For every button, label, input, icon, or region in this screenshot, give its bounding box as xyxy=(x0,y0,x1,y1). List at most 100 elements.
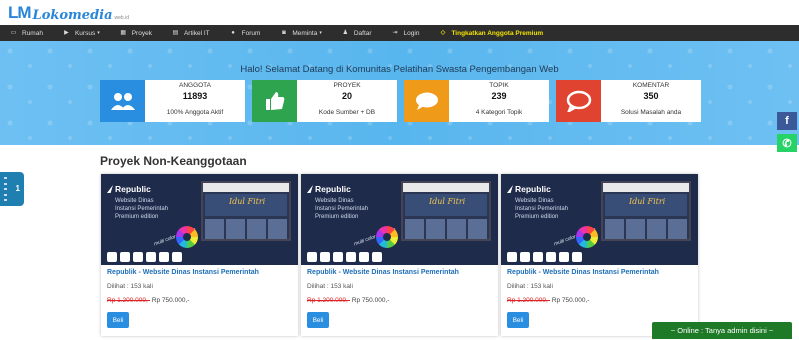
current-price: Rp 750.000,- xyxy=(351,297,390,304)
nav-item-meminta[interactable]: ◙ Meminta ▾ xyxy=(280,29,322,37)
whatsapp-share-button[interactable]: ✆ xyxy=(777,134,797,152)
site-logo[interactable]: LM Lokomedia web.id xyxy=(8,3,129,23)
desktop-icon: ▭ xyxy=(10,30,17,36)
color-wheel-icon xyxy=(376,226,398,248)
caret-down-icon: ▾ xyxy=(97,30,100,36)
thumb-line: Instansi Pemerintah xyxy=(115,206,169,212)
header: LM Lokomedia web.id xyxy=(0,0,799,25)
thumb-brand: Republic xyxy=(315,184,351,194)
nav-item-label: Kursus xyxy=(74,29,96,37)
project-card: Republic Website Dinas Instansi Pemerint… xyxy=(501,174,698,336)
nav-item-label: Proyek xyxy=(131,29,152,37)
thumb-line: Premium edition xyxy=(315,214,359,220)
color-wheel-icon xyxy=(176,226,198,248)
stat-description: 4 Kategori Topik xyxy=(475,109,523,116)
project-views: Dilihat : 153 kali xyxy=(107,283,153,290)
project-views: Dilihat : 153 kali xyxy=(307,283,353,290)
thumb-brand: Republic xyxy=(515,184,551,194)
thumb-feature-icons xyxy=(507,252,582,262)
thumb-line: Website Dinas xyxy=(515,198,554,204)
buy-button[interactable]: Beli xyxy=(307,312,329,328)
republic-logo-icon xyxy=(307,185,313,193)
thumb-line: Premium edition xyxy=(115,214,159,220)
users-icon: ● xyxy=(231,30,235,36)
old-price: Rp 1.200.000,- xyxy=(307,297,351,304)
camera-icon: ◙ xyxy=(282,30,286,36)
nav-item-label: Meminta xyxy=(292,29,318,37)
nav-item-label: Tingkatkan Anggota Premium xyxy=(451,29,544,37)
nav-item-label: Rumah xyxy=(22,29,43,37)
user-icon: ♟ xyxy=(342,30,349,36)
nav-item-forum[interactable]: ● Forum xyxy=(230,30,260,37)
logo-name: Lokomedia xyxy=(32,8,113,23)
play-icon: ▶ xyxy=(64,30,69,36)
project-views: Dilihat : 153 kali xyxy=(507,283,553,290)
project-thumbnail[interactable]: Republic Website Dinas Instansi Pemerint… xyxy=(501,174,698,265)
buy-button[interactable]: Beli xyxy=(107,312,129,328)
project-title[interactable]: Republik - Website Dinas Instansi Pemeri… xyxy=(107,269,259,276)
project-title[interactable]: Republik - Website Dinas Instansi Pemeri… xyxy=(507,269,659,276)
stat-value: 239 xyxy=(491,91,507,101)
side-tab-label: 1 xyxy=(15,184,20,193)
thumb-screen-preview: Idul Fitri xyxy=(401,181,491,241)
nav-item-kursus[interactable]: ▶ Kursus ▾ xyxy=(63,30,100,37)
logo-mark: LM xyxy=(8,3,32,22)
diamond-icon: ◇ xyxy=(440,30,446,36)
thumb-line: Website Dinas xyxy=(315,198,354,204)
thumb-feature-icons xyxy=(107,252,182,262)
logo-domain: web.id xyxy=(114,15,129,21)
nav-item-artikel-it[interactable]: ▤ Artikel IT xyxy=(172,30,210,37)
stat-description: Solusi Masalah anda xyxy=(620,109,682,116)
thumb-brand: Republic xyxy=(115,184,151,194)
project-title[interactable]: Republik - Website Dinas Instansi Pemeri… xyxy=(307,269,459,276)
caret-down-icon: ▾ xyxy=(319,30,322,36)
republic-logo-icon xyxy=(507,185,513,193)
project-thumbnail[interactable]: Republic Website Dinas Instansi Pemerint… xyxy=(301,174,498,265)
nav-item-label: Artikel IT xyxy=(183,29,210,37)
document-icon: ▤ xyxy=(172,30,179,36)
current-price: Rp 750.000,- xyxy=(551,297,590,304)
stat-label: ANGGOTA xyxy=(178,82,212,89)
chat-icon xyxy=(404,80,449,122)
whatsapp-icon: ✆ xyxy=(782,137,792,150)
color-wheel-icon xyxy=(576,226,598,248)
thumb-banner-text: Idul Fitri xyxy=(229,197,266,206)
thumb-banner-text: Idul Fitri xyxy=(429,197,466,206)
section-title: Proyek Non-Keanggotaan xyxy=(100,154,247,168)
nav-item-login[interactable]: ⇥ Login xyxy=(392,30,420,37)
welcome-hero: Halo! Selamat Datang di Komunitas Pelati… xyxy=(0,41,799,145)
project-price: Rp 1.200.000,- Rp 750.000,- xyxy=(107,297,189,304)
buy-button[interactable]: Beli xyxy=(507,312,529,328)
stat-description: Kode Sumber + DB xyxy=(318,109,376,116)
online-chat-button[interactable]: ~ Online : Tanya admin disini ~ xyxy=(652,322,792,339)
stat-topics: TOPIK 239 4 Kategori Topik xyxy=(404,80,549,122)
stat-label: KOMENTAR xyxy=(632,82,670,89)
stat-value: 350 xyxy=(643,91,659,101)
stat-comments: KOMENTAR 350 Solusi Masalah anda xyxy=(556,80,701,122)
users-icon xyxy=(100,80,145,122)
nav-item-proyek[interactable]: ▦ Proyek xyxy=(120,30,152,37)
thumb-line: Premium edition xyxy=(515,214,559,220)
main-navbar: ▭ Rumah ▶ Kursus ▾ ▦ Proyek ▤ Artikel IT ● Forum ◙ M… xyxy=(0,25,799,41)
thumb-screen-preview: Idul Fitri xyxy=(201,181,291,241)
old-price: Rp 1.200.000,- xyxy=(507,297,551,304)
nav-item-tingkatkan-anggota-premium[interactable]: ◇ Tingkatkan Anggota Premium xyxy=(439,29,544,37)
stat-value: 20 xyxy=(341,91,352,101)
thumb-banner-text: Idul Fitri xyxy=(629,197,666,206)
nav-item-rumah[interactable]: ▭ Rumah xyxy=(10,30,43,37)
stat-members: ANGGOTA 11893 100% Anggota Aktif xyxy=(100,80,245,122)
project-card: Republic Website Dinas Instansi Pemerint… xyxy=(301,174,498,336)
nav-item-label: Login xyxy=(403,29,420,37)
thumb-screen-preview: Idul Fitri xyxy=(601,181,691,241)
project-price: Rp 1.200.000,- Rp 750.000,- xyxy=(507,297,589,304)
thumbs-up-icon xyxy=(252,80,297,122)
project-thumbnail[interactable]: Republic Website Dinas Instansi Pemerint… xyxy=(101,174,298,265)
hero-title: Halo! Selamat Datang di Komunitas Pelati… xyxy=(240,64,559,75)
thumb-line: Instansi Pemerintah xyxy=(515,206,569,212)
facebook-share-button[interactable]: f xyxy=(777,112,797,130)
nav-item-daftar[interactable]: ♟ Daftar xyxy=(342,30,372,37)
side-floating-tab[interactable]: 1 xyxy=(0,172,24,206)
stat-description: 100% Anggota Aktif xyxy=(166,109,224,116)
old-price: Rp 1.200.000,- xyxy=(107,297,151,304)
comment-icon xyxy=(556,80,601,122)
